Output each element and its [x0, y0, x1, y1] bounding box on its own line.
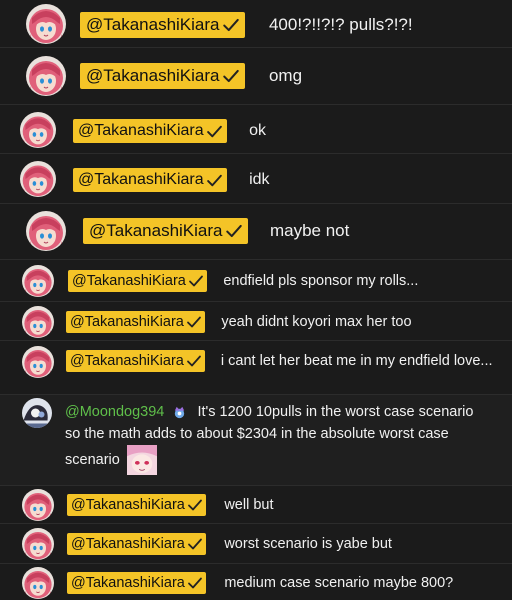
checkmark-icon: [187, 497, 203, 513]
author-name: @TakanashiKiara: [78, 171, 204, 188]
checkmark-icon: [188, 273, 204, 289]
chat-message: @TakanashiKiara worst scenario is yabe b…: [0, 524, 512, 564]
author-name: @TakanashiKiara: [70, 353, 184, 369]
avatar[interactable]: [22, 265, 54, 297]
author-badge[interactable]: @TakanashiKiara: [67, 494, 206, 516]
chat-message: @TakanashiKiara omg: [0, 48, 512, 105]
author-name: @TakanashiKiara: [70, 314, 184, 330]
avatar[interactable]: [22, 346, 54, 378]
checkmark-icon: [222, 16, 240, 34]
avatar[interactable]: [22, 398, 52, 428]
author-badge[interactable]: @TakanashiKiara: [83, 218, 248, 244]
checkmark-icon: [187, 575, 203, 591]
author-badge[interactable]: @TakanashiKiara: [73, 119, 227, 143]
avatar[interactable]: [22, 528, 54, 560]
chat-message: @TakanashiKiara idk: [0, 154, 512, 204]
author-name: @TakanashiKiara: [89, 221, 223, 240]
checkmark-icon: [187, 536, 203, 552]
chat-message: @TakanashiKiara well but: [0, 486, 512, 524]
author-name: @TakanashiKiara: [71, 497, 185, 513]
anime-face-emote-icon: [126, 445, 157, 475]
checkmark-icon: [186, 314, 202, 330]
author-badge[interactable]: @TakanashiKiara: [68, 270, 207, 292]
message-text: idk: [249, 171, 270, 188]
avatar[interactable]: [20, 161, 56, 197]
message-text: yeah didnt koyori max her too: [221, 314, 412, 330]
message-text: i cant let her beat me in my endfield lo…: [220, 352, 493, 369]
checkmark-icon: [225, 222, 243, 240]
avatar[interactable]: [20, 112, 56, 148]
avatar[interactable]: [26, 4, 66, 44]
avatar[interactable]: [22, 306, 54, 338]
author-name: @TakanashiKiara: [72, 273, 186, 289]
author-name[interactable]: @Moondog394: [65, 404, 164, 420]
author-name: @TakanashiKiara: [86, 66, 220, 85]
message-text: maybe not: [269, 221, 350, 240]
chat-message: @TakanashiKiara yeah didnt koyori max he…: [0, 302, 512, 341]
message-text: endfield pls sponsor my rolls...: [223, 273, 419, 289]
author-badge[interactable]: @TakanashiKiara: [73, 168, 227, 192]
author-name: @TakanashiKiara: [71, 575, 185, 591]
author-badge[interactable]: @TakanashiKiara: [67, 533, 206, 555]
avatar[interactable]: [22, 489, 54, 521]
avatar[interactable]: [26, 56, 66, 96]
message-text: well but: [224, 497, 274, 513]
member-badge-icon: [175, 406, 185, 418]
chat-message: @Moondog394 It's 1200 10pulls in the wor…: [0, 395, 512, 486]
message-text: medium case scenario maybe 800?: [224, 575, 454, 591]
chat-message: @TakanashiKiara medium case scenario may…: [0, 564, 512, 600]
message-text: 400!?!!?!? pulls?!?!: [268, 15, 413, 34]
chat-message: @TakanashiKiara i cant let her beat me i…: [0, 341, 512, 395]
checkmark-icon: [222, 67, 240, 85]
chat-feed: @TakanashiKiara 400!?!!?!? pulls?!?! @Ta…: [0, 0, 512, 600]
author-badge[interactable]: @TakanashiKiara: [66, 350, 205, 372]
chat-message: @TakanashiKiara ok: [0, 105, 512, 154]
chat-message: @TakanashiKiara 400!?!!?!? pulls?!?!: [0, 0, 512, 48]
author-badge[interactable]: @TakanashiKiara: [67, 572, 206, 594]
checkmark-icon: [206, 123, 223, 140]
author-badge[interactable]: @TakanashiKiara: [80, 12, 245, 38]
checkmark-icon: [186, 353, 202, 369]
message-text: worst scenario is yabe but: [224, 536, 392, 552]
chat-message: @TakanashiKiara maybe not: [0, 204, 512, 260]
message-text: omg: [268, 66, 303, 85]
chat-message: @TakanashiKiara endfield pls sponsor my …: [0, 260, 512, 302]
author-name: @TakanashiKiara: [86, 15, 220, 34]
avatar[interactable]: [22, 567, 54, 599]
author-badge[interactable]: @TakanashiKiara: [66, 311, 205, 333]
author-name: @TakanashiKiara: [78, 122, 204, 139]
author-badge[interactable]: @TakanashiKiara: [80, 63, 245, 89]
checkmark-icon: [206, 172, 223, 189]
author-name: @TakanashiKiara: [71, 536, 185, 552]
avatar[interactable]: [26, 211, 66, 251]
message-text: ok: [249, 122, 266, 139]
